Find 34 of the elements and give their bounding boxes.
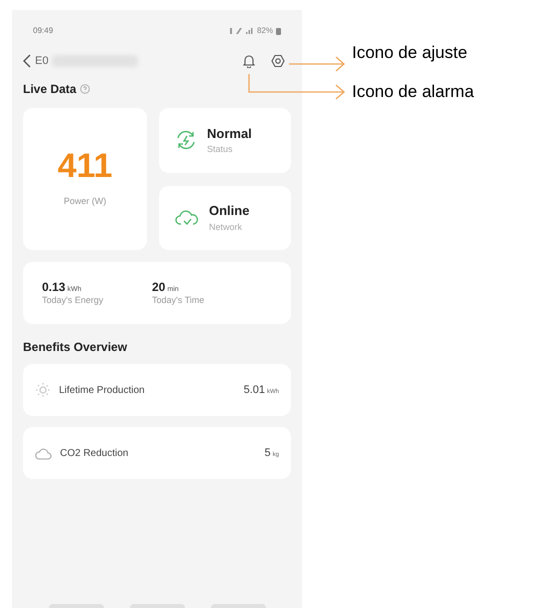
- annotation-label: Icono de alarma: [352, 81, 474, 103]
- sun-icon: [35, 382, 51, 398]
- status-label: Status: [207, 143, 234, 156]
- cloud-icon: [35, 446, 52, 460]
- section-title: Live Data: [23, 81, 76, 98]
- device-title: E0: [35, 54, 48, 69]
- section-title: Benefits Overview: [23, 339, 128, 356]
- bell-icon: [243, 54, 255, 68]
- benefit-label: Lifetime Production: [59, 384, 146, 398]
- today-value: 20: [152, 280, 166, 295]
- settings-button[interactable]: [269, 53, 287, 69]
- annotation-label: Icono de ajuste: [352, 42, 468, 64]
- cloud-check-icon: [175, 208, 199, 227]
- network-label: Network: [209, 220, 244, 234]
- benefit-value: 5.01: [244, 382, 265, 398]
- status-icons: [230, 27, 254, 35]
- status-value: Normal: [207, 124, 252, 143]
- power-value: 411: [58, 149, 112, 184]
- today-label: Today's Energy: [42, 294, 104, 306]
- back-icon: [23, 54, 31, 68]
- battery-icon: [276, 28, 281, 34]
- sync-icon: [175, 129, 197, 152]
- battery-level: 82%: [256, 25, 273, 37]
- settings-icon: [271, 54, 285, 68]
- benefit-label: CO2 Reduction: [60, 446, 130, 460]
- back-button[interactable]: [23, 54, 33, 68]
- alarm-button[interactable]: [241, 53, 257, 69]
- network-value: Online: [209, 202, 250, 220]
- today-value: 0.13: [42, 280, 66, 295]
- power-label: Power (W): [64, 195, 106, 208]
- help-icon: [80, 84, 90, 94]
- benefit-value: 5: [264, 446, 271, 461]
- today-label: Today's Time: [152, 294, 206, 306]
- status-time: 09:49: [33, 25, 54, 37]
